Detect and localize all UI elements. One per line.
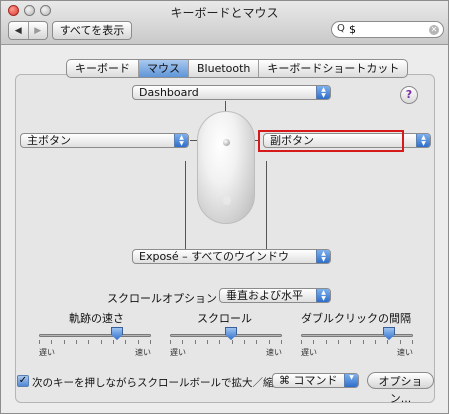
tracking-speed-slider[interactable]: 遅い 速い	[39, 327, 151, 357]
scroll-options-value: 垂直および水平	[226, 289, 303, 302]
slider-min-label: 遅い	[170, 348, 186, 357]
options-button[interactable]: オプション...	[367, 372, 434, 405]
popup-arrows-icon: ▲ ▼	[316, 289, 330, 302]
slider-thumb[interactable]	[225, 327, 237, 340]
zoom-checkbox[interactable]: ✓	[17, 375, 29, 387]
top-button-popup[interactable]: Dashboard ▲ ▼	[132, 85, 331, 100]
back-button[interactable]: ◀	[9, 22, 28, 39]
forward-button[interactable]: ▶	[27, 22, 48, 39]
popup-arrows-icon: ▲ ▼	[174, 134, 188, 147]
connector-bottom-left	[185, 161, 186, 249]
mouse-illustration	[197, 111, 255, 224]
help-button[interactable]: ?	[400, 86, 418, 104]
slider-max-label: 速い	[266, 348, 282, 357]
scroll-options-popup[interactable]: 垂直および水平 ▲ ▼	[219, 288, 331, 303]
slider-ticks	[301, 340, 413, 345]
popup-arrows-icon: ▼	[344, 374, 358, 387]
scroll-options-label: スクロールオプション	[107, 292, 217, 305]
popup-arrows-icon: ▲ ▼	[316, 250, 330, 263]
popup-arrows-icon: ▲ ▼	[316, 86, 330, 99]
tab-bluetooth[interactable]: Bluetooth	[188, 60, 258, 77]
preferences-window: キーボードとマウス ◀ ▶ すべてを表示 Q $ ✕ キーボード マウス Blu…	[0, 0, 449, 414]
scroll-speed-slider[interactable]: 遅い 速い	[170, 327, 282, 357]
search-field[interactable]: Q $ ✕	[331, 21, 444, 38]
search-icon: Q	[337, 23, 345, 34]
left-button-value: 主ボタン	[27, 134, 71, 147]
zoom-label: 次のキーを押しながらスクロールボールで拡大／縮小	[32, 377, 284, 389]
slider-thumb[interactable]	[111, 327, 123, 340]
slider-min-label: 遅い	[301, 348, 317, 357]
tab-mouse[interactable]: マウス	[138, 60, 188, 77]
slider-track	[39, 334, 151, 337]
slider-thumb[interactable]	[383, 327, 395, 340]
double-click-slider[interactable]: 遅い 速い	[301, 327, 413, 357]
slider-max-label: 速い	[135, 348, 151, 357]
apple-logo-icon	[223, 196, 231, 205]
slider-max-label: 速い	[397, 348, 413, 357]
nav-buttons: ◀ ▶	[8, 21, 48, 40]
popup-arrows-icon: ▲ ▼	[416, 134, 430, 147]
tab-bar: キーボード マウス Bluetooth キーボードショートカット	[66, 59, 409, 78]
left-button-popup[interactable]: 主ボタン ▲ ▼	[20, 133, 189, 148]
top-button-value: Dashboard	[139, 86, 199, 99]
double-click-label: ダブルクリックの間隔	[301, 312, 411, 325]
highlight-box	[258, 130, 404, 152]
clear-search-icon[interactable]: ✕	[429, 25, 439, 35]
zoom-modifier-popup[interactable]: ⌘ コマンド ▼	[272, 373, 359, 388]
show-all-button[interactable]: すべてを表示	[52, 21, 132, 40]
slider-ticks	[39, 340, 151, 345]
bottom-button-popup[interactable]: Exposé – すべてのウインドウ ▲ ▼	[132, 249, 331, 264]
connector-bottom-right	[266, 161, 267, 249]
bottom-button-value: Exposé – すべてのウインドウ	[139, 250, 289, 263]
slider-min-label: 遅い	[39, 348, 55, 357]
scroll-ball-icon	[223, 139, 230, 146]
tab-keyboard-shortcuts[interactable]: キーボードショートカット	[258, 60, 407, 77]
window-title: キーボードとマウス	[170, 6, 279, 20]
tab-keyboard[interactable]: キーボード	[67, 60, 138, 77]
slider-ticks	[170, 340, 282, 345]
tracking-speed-label: 軌跡の速さ	[69, 312, 124, 325]
title-bar: キーボードとマウス ◀ ▶ すべてを表示 Q $ ✕	[1, 1, 448, 45]
zoom-modifier-value: ⌘ コマンド	[279, 374, 338, 387]
slider-track	[301, 334, 413, 337]
search-input[interactable]: $	[349, 23, 356, 36]
scroll-speed-label: スクロール	[197, 312, 252, 325]
